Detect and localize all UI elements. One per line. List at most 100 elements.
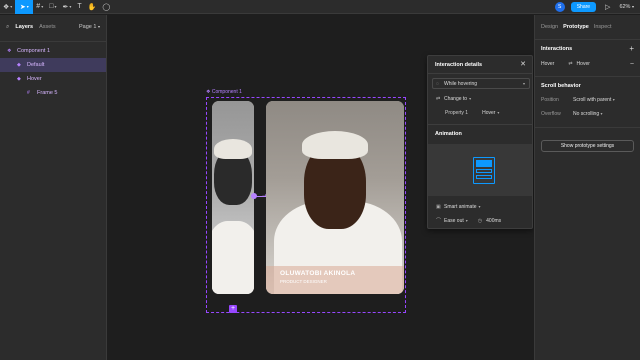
animation-type-value: Smart animate <box>444 203 477 210</box>
chevron-down-icon: ▾ <box>631 4 634 9</box>
chevron-down-icon: ▾ <box>522 81 525 86</box>
card-caption: OLUWATOBI AKINOLA PRODUCT DESIGNER <box>266 266 404 294</box>
chevron-down-icon: ▾ <box>600 111 603 116</box>
present-button[interactable]: ▷ <box>602 0 613 14</box>
layer-label: Hover <box>27 76 42 82</box>
trigger-dropdown[interactable]: ◌ While hovering ▾ <box>432 78 530 89</box>
trigger-value: While hovering <box>444 80 478 87</box>
connector-handle[interactable] <box>251 193 257 199</box>
layer-component-1[interactable]: ❖ Component 1 <box>0 44 106 58</box>
layer-frame-5[interactable]: # Frame 5 <box>0 86 106 100</box>
divider <box>428 73 532 74</box>
position-value: Scroll with parent <box>573 97 612 103</box>
page-selector[interactable]: Page 1 ▾ <box>79 24 100 30</box>
pen-icon: ✒ <box>62 3 69 11</box>
layer-default[interactable]: ◆ Default <box>0 58 106 72</box>
component-icon: ◆ <box>17 62 21 68</box>
duration-input[interactable]: 400ms <box>486 218 501 224</box>
layer-label: Component 1 <box>17 48 51 54</box>
swap-icon: ⇄ <box>436 95 441 102</box>
interactions-section: Interactions + Hover ⇄ Hover − <box>535 40 640 76</box>
shape-tool-button[interactable]: □ ▾ <box>46 0 59 14</box>
layer-label: Default <box>27 62 45 68</box>
tab-prototype[interactable]: Prototype <box>563 24 589 39</box>
preview-block <box>476 169 492 173</box>
comment-tool-button[interactable]: ◯ <box>99 0 113 14</box>
avatar[interactable]: S <box>554 2 565 12</box>
show-prototype-settings-button[interactable]: Show prototype settings <box>541 140 634 152</box>
chevron-down-icon: ▾ <box>69 4 72 9</box>
pen-tool-button[interactable]: ✒ ▾ <box>59 0 74 14</box>
tab-design[interactable]: Design <box>541 24 558 39</box>
tab-inspect[interactable]: Inspect <box>594 24 612 39</box>
toolbar: ❖ ▾ ➤ ▾ # ▾ □ ▾ ✒ ▾ T ✋ ◯ S Share ▷ 62% ▾ <box>0 0 640 14</box>
hand-icon: ✋ <box>87 3 97 11</box>
component-set-icon: ❖ <box>206 89 211 95</box>
position-label: Position <box>541 97 559 103</box>
chevron-down-icon: ▾ <box>97 24 100 29</box>
popup-title: Interaction details <box>435 62 483 68</box>
layer-hover[interactable]: ◆ Hover <box>0 72 106 86</box>
share-button[interactable]: Share <box>570 2 597 12</box>
clock-icon: ◷ <box>477 217 483 224</box>
chevron-down-icon: ▾ <box>26 4 29 9</box>
animation-title: Animation <box>435 131 462 137</box>
chevron-down-icon: ▾ <box>465 218 468 223</box>
text-tool-button[interactable]: T <box>74 0 84 14</box>
action-value: Change to <box>444 95 468 102</box>
easing-curve-icon: ⌒ <box>436 218 442 224</box>
frame-tool-button[interactable]: # ▾ <box>33 0 46 14</box>
easing-row: ⌒ Ease out ▾ ◷ 400ms <box>432 215 530 226</box>
action-dropdown[interactable]: ⇄ Change to ▾ <box>432 93 530 104</box>
component-label-text: Component 1 <box>211 89 242 95</box>
move-tool-button[interactable]: ➤ ▾ <box>15 0 34 14</box>
close-icon[interactable]: ✕ <box>520 60 526 68</box>
portrait-hair <box>214 139 252 159</box>
animation-type-dropdown[interactable]: ▣ Smart animate ▾ <box>432 201 530 212</box>
rectangle-icon: □ <box>49 3 54 10</box>
swap-icon: ⇄ <box>568 61 573 67</box>
tab-layers[interactable]: Layers <box>15 24 33 30</box>
add-variant-button[interactable]: + <box>229 305 237 313</box>
variant-default-card[interactable] <box>212 101 254 294</box>
remove-interaction-button[interactable]: − <box>630 61 634 68</box>
page-name: Page 1 <box>79 24 97 30</box>
preview-frame <box>473 157 495 184</box>
card-role: PRODUCT DESIGNER <box>280 279 327 284</box>
property-label: Property 1 <box>445 109 469 116</box>
property-row[interactable]: Property 1 Hover ▾ <box>432 107 530 118</box>
tab-assets[interactable]: Assets <box>39 24 56 30</box>
variant-hover-card[interactable]: OLUWATOBI AKINOLA PRODUCT DESIGNER <box>266 101 404 294</box>
cursor-icon: ➤ <box>19 3 26 11</box>
chevron-down-icon: ▾ <box>478 204 481 209</box>
card-name: OLUWATOBI AKINOLA <box>280 270 356 277</box>
zoom-value: 62% <box>619 4 631 10</box>
overflow-value: No scrolling <box>573 111 600 117</box>
text-icon: T <box>77 3 82 10</box>
position-dropdown[interactable]: Scroll with parent ▾ <box>573 97 615 103</box>
property-value[interactable]: Hover <box>482 110 495 116</box>
portrait-shirt <box>212 221 254 294</box>
play-icon: ▷ <box>605 4 611 11</box>
preview-block <box>476 175 492 179</box>
scroll-behavior-section: Scroll behavior Position Scroll with par… <box>535 77 640 127</box>
preview-block <box>476 160 492 167</box>
overflow-dropdown[interactable]: No scrolling ▾ <box>573 111 603 117</box>
overflow-label: Overflow <box>541 111 561 117</box>
search-icon[interactable]: ⌕ <box>6 24 9 31</box>
interaction-item[interactable]: Hover ⇄ Hover − <box>541 58 634 70</box>
main-menu-button[interactable]: ❖ ▾ <box>0 0 15 14</box>
component-set-icon: ❖ <box>7 48 12 54</box>
chevron-down-icon: ▾ <box>469 96 472 101</box>
chevron-down-icon: ▾ <box>54 4 57 9</box>
interaction-trigger: Hover <box>541 61 555 67</box>
hand-tool-button[interactable]: ✋ <box>85 0 100 14</box>
chevron-down-icon: ▾ <box>612 97 615 102</box>
component-label[interactable]: ❖ Component 1 <box>206 89 242 95</box>
frame-icon: # <box>36 3 41 10</box>
add-interaction-button[interactable]: + <box>629 44 634 53</box>
easing-value[interactable]: Ease out <box>444 218 464 224</box>
interaction-details-popup: Interaction details ✕ ◌ While hovering ▾… <box>427 55 533 229</box>
zoom-dropdown[interactable]: 62% ▾ <box>619 4 634 10</box>
hover-icon: ◌ <box>436 80 439 87</box>
